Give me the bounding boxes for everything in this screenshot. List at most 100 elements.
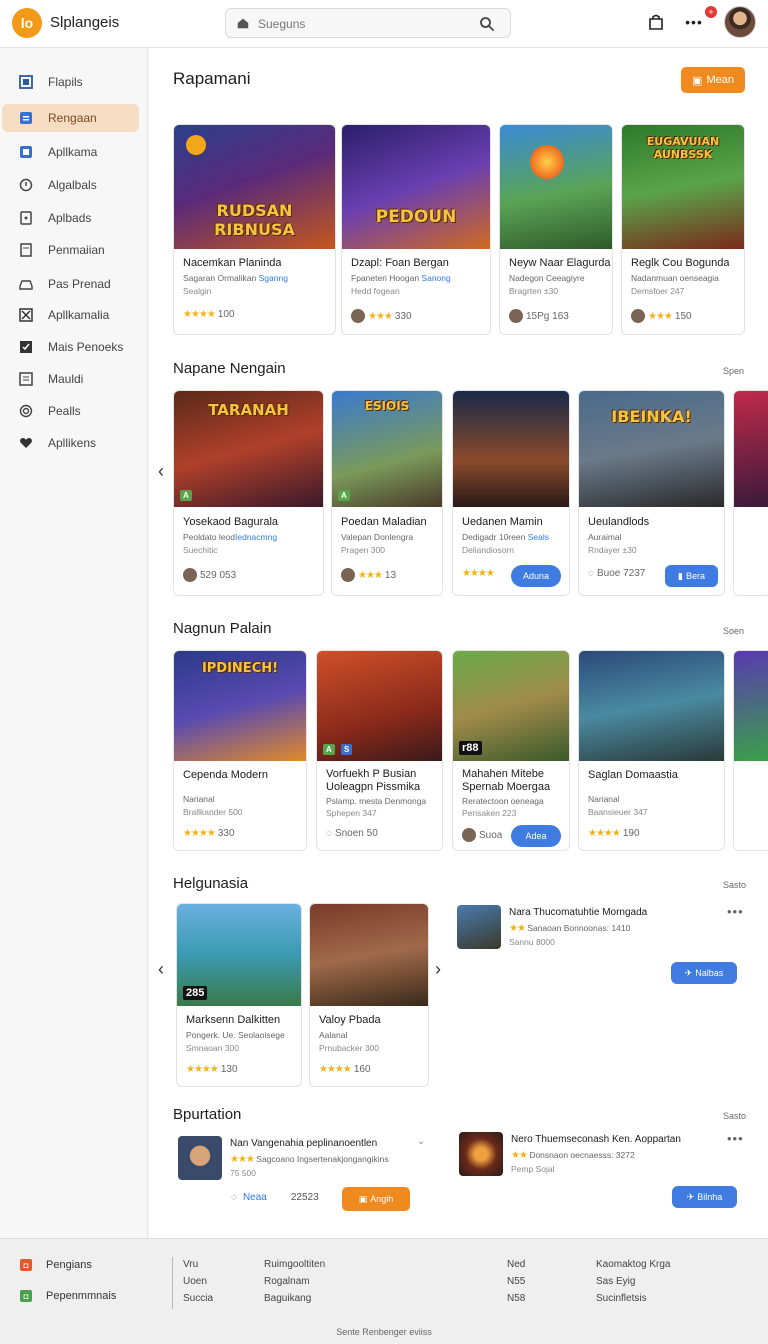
footer-link[interactable]: Sucinfletsis — [596, 1290, 671, 1307]
sidebar-item-label: Apllkama — [48, 145, 98, 159]
more-options-icon[interactable]: ••• — [727, 904, 744, 919]
section-see-all-link[interactable]: Spen — [723, 366, 744, 376]
section-see-all-link[interactable]: Soen — [723, 626, 744, 636]
app-card[interactable]: Neyw Naar Elagurda Nadegon Ceeagiyre Bra… — [499, 124, 613, 335]
footer-nav-item[interactable]: ◘ Pengians — [20, 1259, 92, 1271]
app-card[interactable]: EUGAVUIAN AUNBSSK Reglk Cou Bogunda Nada… — [621, 124, 745, 335]
list-item-subtitle: ★★ Sanaoan Bonnoonas: 1410 — [509, 923, 631, 934]
page-icon — [19, 243, 33, 257]
search-placeholder: Sueguns — [258, 17, 306, 31]
list-item[interactable]: Nero Thuemseconash Ken. Aoppartan ★★ Don… — [459, 1132, 739, 1182]
app-card[interactable]: PEDOUN Dzapl: Foan Bergan Fpaneteri Hoog… — [341, 124, 491, 335]
section-see-all-link[interactable]: Sasto — [723, 1111, 746, 1121]
app-card[interactable]: Saglan Domaastia Narianal Baansieuer 347… — [578, 650, 725, 851]
app-logo[interactable]: lo — [12, 8, 42, 38]
install-button[interactable]: Adea — [511, 825, 561, 847]
app-title: Reglk Cou Bogunda — [631, 257, 730, 269]
app-thumbnail — [310, 904, 428, 1006]
avatar — [341, 568, 355, 582]
app-card-partial[interactable] — [733, 390, 768, 596]
footer-link[interactable]: Baguikang — [264, 1290, 325, 1307]
app-rating: ★★★ 13 — [341, 568, 396, 582]
bilnha-button[interactable]: ✈ Bilnha — [672, 1186, 737, 1208]
section-see-all-link[interactable]: Sasto — [723, 880, 746, 890]
footer-link[interactable]: N55 — [507, 1273, 525, 1290]
target-icon — [19, 404, 33, 418]
mean-button[interactable]: ▣ Mean — [681, 67, 745, 93]
sidebar-item-flapils[interactable]: Flapils — [2, 68, 139, 96]
list-item-subtitle: ★★ Donsnaon oecnaesss: 3272 — [511, 1150, 635, 1161]
app-thumbnail: ESIOIS A — [332, 391, 442, 507]
search-field[interactable]: Sueguns — [225, 8, 511, 38]
app-subtitle: Aalanal — [319, 1030, 348, 1040]
category-badge: A — [180, 490, 192, 501]
avatar — [509, 309, 523, 323]
more-options-icon[interactable]: ••• — [727, 1131, 744, 1146]
chevron-left-icon[interactable]: ‹ — [158, 959, 164, 980]
sidebar-item-apllkama[interactable]: Apllkama — [2, 138, 139, 166]
footer-link[interactable]: N58 — [507, 1290, 525, 1307]
sidebar-item-apllkamalia[interactable]: Apllkamalia — [2, 301, 139, 329]
rating-badge: 285 — [183, 986, 208, 1000]
app-card[interactable]: IBEINKA! Ueulandlods Auraimal Rndayer ±3… — [578, 390, 725, 596]
sidebar-item-label: Pas Prenad — [48, 277, 111, 291]
app-card[interactable]: A S Vorfuekh P Busian Uoleagpn Pissmika … — [316, 650, 443, 851]
sidebar-item-penmaiian[interactable]: Penmaiian — [2, 236, 139, 264]
app-rating: Suoa — [462, 828, 502, 842]
sidebar-item-pas-prenad[interactable]: Pas Prenad — [2, 270, 139, 298]
app-card[interactable]: 285 Marksenn Dalkitten Pongerk. Ue. Seol… — [176, 903, 302, 1087]
app-card[interactable]: RUDSAN RIBNUSA Nacemkan Planinda Sagaran… — [173, 124, 336, 335]
app-card[interactable]: Uedanen Mamin Dedigadr 10reen Seals Deli… — [452, 390, 570, 596]
user-avatar[interactable] — [724, 6, 756, 38]
chevron-left-icon[interactable]: ‹ — [158, 461, 164, 482]
install-button[interactable]: ▮ Bera — [665, 565, 718, 587]
footer-link[interactable]: Uoen — [183, 1273, 213, 1290]
chevron-down-icon[interactable]: ⌄ — [417, 1136, 425, 1147]
app-subtitle: Auraimal — [588, 532, 622, 542]
angih-button[interactable]: ▣ Angih — [342, 1187, 410, 1211]
nalbas-button[interactable]: ✈ Nalbas — [671, 962, 737, 984]
footer-link[interactable]: Ruimgooltiten — [264, 1256, 325, 1273]
app-title-line2: Spernab Moergaa — [462, 781, 551, 793]
list-item[interactable]: Nan Vangenahia peplinanoentlen ★★★ Sagco… — [178, 1136, 428, 1186]
search-icon[interactable] — [479, 16, 495, 32]
sidebar-item-algalbals[interactable]: Algalbals — [2, 171, 139, 199]
app-title: Neyw Naar Elagurda — [509, 257, 611, 269]
footer-link[interactable]: Vru — [183, 1256, 213, 1273]
install-button[interactable]: Aduna — [511, 565, 561, 587]
footer-link[interactable]: Succia — [183, 1290, 213, 1307]
app-card[interactable]: TARANAH A Yosekaod Bagurala Peoldato leo… — [173, 390, 324, 596]
list-item[interactable]: Nara Thucomatuhtie Morngada ★★ Sanaoan B… — [457, 905, 747, 955]
sidebar-item-mauldi[interactable]: Mauldi — [2, 365, 139, 393]
footer-nav-item[interactable]: ◘ Pepenmmnais — [20, 1290, 116, 1302]
app-rating: 529 053 — [183, 568, 236, 582]
section-title: Bpurtation — [173, 1106, 242, 1123]
sidebar-item-rengaan[interactable]: Rengaan — [2, 104, 139, 132]
app-meta: Suechitic — [183, 545, 218, 555]
footer-link[interactable]: Sas Eyig — [596, 1273, 671, 1290]
app-card[interactable]: r88 Mahahen Mitebe Spernab Moergaa Rerat… — [452, 650, 570, 851]
footer-column: Ruimgooltiten Rogalnam Baguikang — [264, 1256, 325, 1307]
app-card[interactable]: Valoy Pbada Aalanal Prnubacker 300 ★★★★ 1… — [309, 903, 429, 1087]
footer-link[interactable]: Rogalnam — [264, 1273, 325, 1290]
sidebar-item-pealls[interactable]: Pealls — [2, 397, 139, 425]
app-card[interactable]: ESIOIS A Poedan Maladian Valepan Donleng… — [331, 390, 443, 596]
app-card-partial[interactable] — [733, 650, 768, 851]
sidebar-item-aplbads[interactable]: Aplbads — [2, 204, 139, 232]
bag-icon[interactable] — [646, 12, 666, 32]
app-subtitle: Pongerk. Ue. Seolaoisege — [186, 1030, 285, 1040]
app-thumbnail: RUDSAN RIBNUSA — [174, 125, 335, 249]
avatar — [351, 309, 365, 323]
tag-label: Neaa — [242, 1192, 267, 1203]
more-icon[interactable]: ••• — [684, 12, 704, 32]
footer-link[interactable]: Ned — [507, 1256, 525, 1273]
list-item-subtitle: ★★★ Sagcoano Ingsertenakjongangikins — [230, 1154, 389, 1165]
chevron-right-icon[interactable]: › — [435, 959, 441, 980]
thumbnail-title: RUDSAN RIBNUSA — [214, 201, 295, 239]
sidebar-item-apllikens[interactable]: Apllikens — [2, 429, 139, 457]
sidebar-item-mais-penoeks[interactable]: Mais Penoeks — [2, 333, 139, 361]
footer-link[interactable]: Kaomaktog Krga — [596, 1256, 671, 1273]
list-item-title: Nero Thuemseconash Ken. Aoppartan — [511, 1134, 681, 1145]
app-card[interactable]: IPDINECH! Cependa Modern Narianal Brallk… — [173, 650, 307, 851]
app-title: Mahahen Mitebe — [462, 768, 544, 780]
